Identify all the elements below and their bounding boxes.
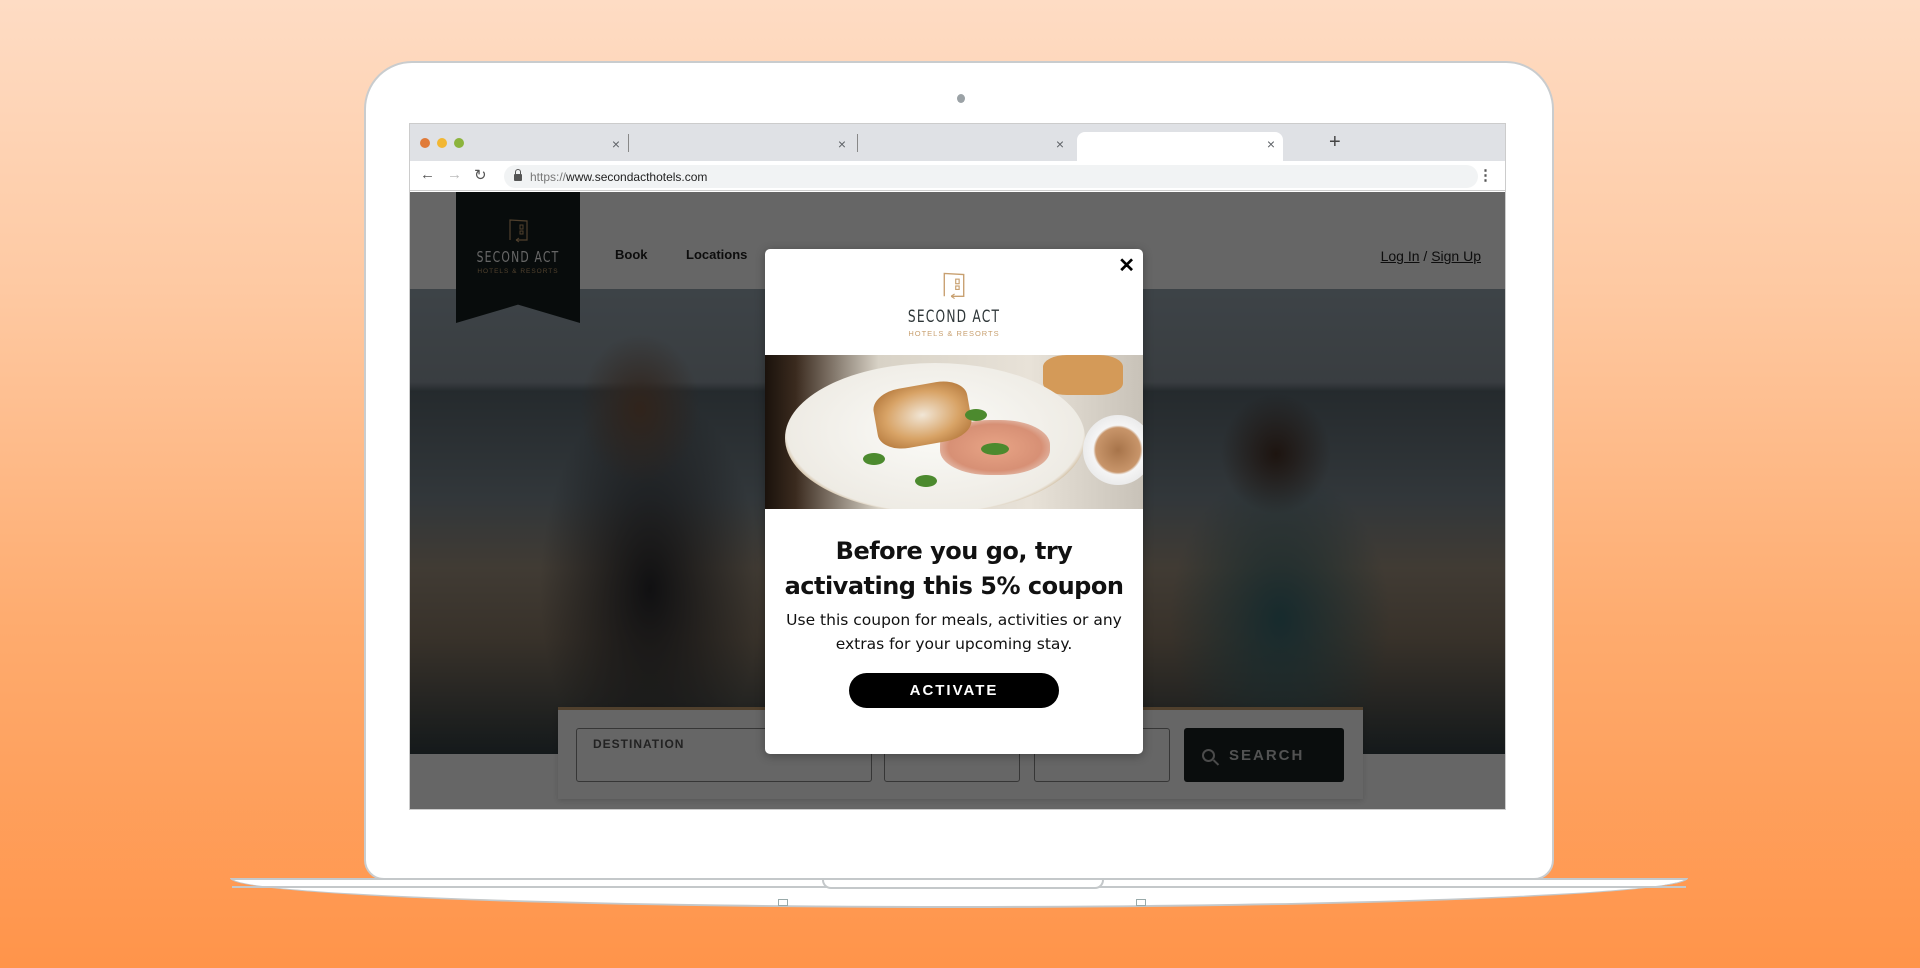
- laptop-base: [230, 878, 1688, 908]
- address-bar[interactable]: https:// www.secondacthotels.com: [504, 165, 1478, 188]
- food-photo: [765, 355, 1143, 509]
- base-foot-right: [1136, 899, 1146, 906]
- url-scheme: https://: [530, 169, 567, 184]
- back-icon[interactable]: ←: [420, 166, 435, 183]
- forward-icon[interactable]: →: [447, 166, 462, 183]
- lock-icon: [514, 169, 522, 181]
- coupon-modal: ✕ SECOND ACT HOTELS & RESORTS Before you: [765, 249, 1143, 754]
- reload-icon[interactable]: ↻: [474, 166, 487, 184]
- web-page: SECOND ACT HOTELS & RESORTS Book Locatio…: [410, 192, 1505, 809]
- modal-title: Before you go, try activating this 5% co…: [784, 537, 1124, 600]
- tab-close-icon[interactable]: ×: [838, 136, 846, 152]
- photo-leaf: [863, 453, 885, 465]
- browser-menu-icon[interactable]: ⋮: [1478, 166, 1493, 184]
- tab-bar: × × × × +: [410, 124, 1505, 161]
- camera-dot: [957, 94, 965, 103]
- browser-tab[interactable]: ×: [632, 132, 850, 161]
- activate-button[interactable]: ACTIVATE: [849, 673, 1059, 708]
- door-logo-icon: [942, 271, 966, 301]
- modal-logo: SECOND ACT HOTELS & RESORTS: [765, 249, 1143, 355]
- browser-toolbar: ← → ↻ https:// www.secondacthotels.com ⋮: [410, 161, 1505, 191]
- browser-window: × × × × + ← → ↻ https:// www.secondactho…: [409, 123, 1506, 810]
- tab-separator: [628, 134, 629, 152]
- url-host: www.secondacthotels.com: [566, 169, 708, 184]
- modal-logo-tagline: HOTELS & RESORTS: [908, 329, 1000, 338]
- modal-description: Use this coupon for meals, activities or…: [786, 611, 1122, 653]
- tab-close-icon[interactable]: ×: [612, 136, 620, 152]
- photo-coffee: [1083, 415, 1143, 485]
- browser-tab[interactable]: ×: [860, 132, 1068, 161]
- modal-logo-name: SECOND ACT: [907, 307, 1001, 327]
- photo-bread: [1043, 355, 1123, 395]
- browser-tab[interactable]: ×: [460, 132, 620, 161]
- tab-close-icon[interactable]: ×: [1267, 136, 1275, 152]
- browser-tab-active[interactable]: ×: [1077, 132, 1283, 161]
- photo-leaf: [965, 409, 987, 421]
- new-tab-button[interactable]: +: [1329, 131, 1341, 154]
- photo-leaf: [915, 475, 937, 487]
- base-notch: [822, 880, 1104, 889]
- close-icon[interactable]: ✕: [1118, 253, 1135, 278]
- tab-close-icon[interactable]: ×: [1056, 136, 1064, 152]
- close-window-icon[interactable]: [420, 138, 430, 148]
- base-foot-left: [778, 899, 788, 906]
- tab-separator: [857, 134, 858, 152]
- minimize-window-icon[interactable]: [437, 138, 447, 148]
- photo-leaf: [981, 443, 1009, 455]
